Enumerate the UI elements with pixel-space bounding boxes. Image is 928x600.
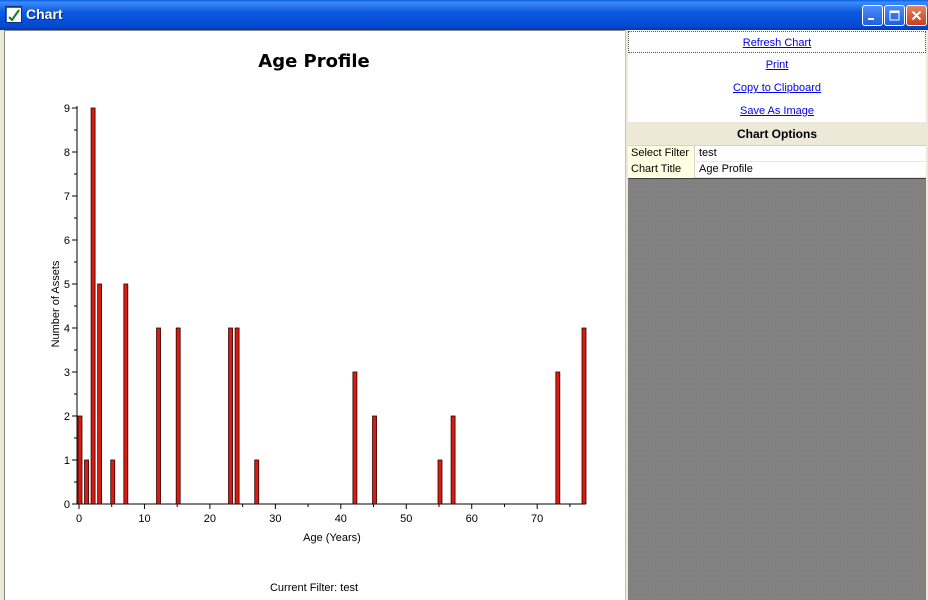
y-tick-label: 1 [64,455,70,467]
property-key: Select Filter [628,146,695,162]
bar-age-15 [175,327,181,505]
window-titlebar[interactable]: Chart [0,0,928,30]
minimize-button[interactable] [862,5,883,26]
chart-bars [77,107,587,505]
bar-age-0 [77,415,83,505]
chart-title-value[interactable]: Age Profile [696,162,926,178]
close-button[interactable] [906,5,927,26]
bar-age-5 [110,459,116,505]
y-tick-label: 2 [64,411,70,423]
bar-age-24 [234,327,240,505]
print-link[interactable]: Print [628,54,926,76]
y-tick-label: 8 [64,147,70,159]
x-axis-label: Age (Years) [303,532,361,544]
y-tick-label: 4 [64,323,70,335]
save-as-image-link[interactable]: Save As Image [628,100,926,122]
bar-age-2 [90,107,96,505]
bar-age-1 [84,459,89,505]
property-row-select-filter[interactable]: Select Filter test [628,146,926,162]
bar-age-12 [156,327,161,505]
bar-age-42 [352,371,358,505]
bar-age-27 [254,459,260,505]
chart-options-header: Chart Options [628,122,926,146]
age-profile-chart: Age Profile 0 1 2 3 4 5 6 7 8 9 0 10 20 30 40 50 60 70 Ag… [50,51,587,594]
minimize-icon [868,18,874,20]
window-title: Chart [26,6,63,22]
y-axis-label: Number of Assets [50,260,62,347]
copy-to-clipboard-link[interactable]: Copy to Clipboard [628,77,926,99]
y-tick-label: 7 [64,191,70,203]
x-tick-label: 10 [138,513,150,525]
select-filter-value[interactable]: test [696,146,926,162]
x-tick-label: 0 [76,513,82,525]
y-tick-label: 9 [64,103,70,115]
chart-panel: Age Profile 0 1 2 3 4 5 6 7 8 9 0 10 20 30 40 50 60 70 Ag… [4,30,625,600]
close-icon [911,10,922,21]
x-tick-label: 60 [466,513,478,525]
x-tick-label: 50 [400,513,412,525]
bar-age-3 [97,283,103,505]
chart-options-panel: Refresh Chart Print Copy to Clipboard Sa… [628,30,926,600]
bar-age-23 [228,327,233,505]
property-row-chart-title[interactable]: Chart Title Age Profile [628,162,926,178]
maximize-icon [889,10,900,21]
y-tick-label: 6 [64,235,70,247]
action-links: Refresh Chart Print Copy to Clipboard Sa… [628,30,926,122]
chart-axes: 0 1 2 3 4 5 6 7 8 9 0 10 20 30 40 50 60 70 [64,103,585,525]
bar-age-77 [581,327,587,505]
chart-app-icon [5,6,22,23]
current-filter-label: Current Filter: test [270,582,358,594]
bar-age-45 [372,415,377,505]
property-key: Chart Title [628,162,695,178]
refresh-chart-link[interactable]: Refresh Chart [628,31,926,53]
bar-age-57 [450,415,456,505]
x-tick-label: 30 [269,513,281,525]
chart-title: Age Profile [258,51,369,72]
y-tick-label: 3 [64,367,70,379]
bar-age-73 [555,371,561,505]
y-tick-label: 0 [64,499,70,511]
x-tick-label: 40 [335,513,347,525]
x-tick-label: 70 [531,513,543,525]
property-grid-border [628,178,926,179]
bar-age-7 [123,283,129,505]
x-tick-label: 20 [204,513,216,525]
maximize-button[interactable] [884,5,905,26]
bar-age-55 [437,459,443,505]
y-tick-label: 5 [64,279,70,291]
